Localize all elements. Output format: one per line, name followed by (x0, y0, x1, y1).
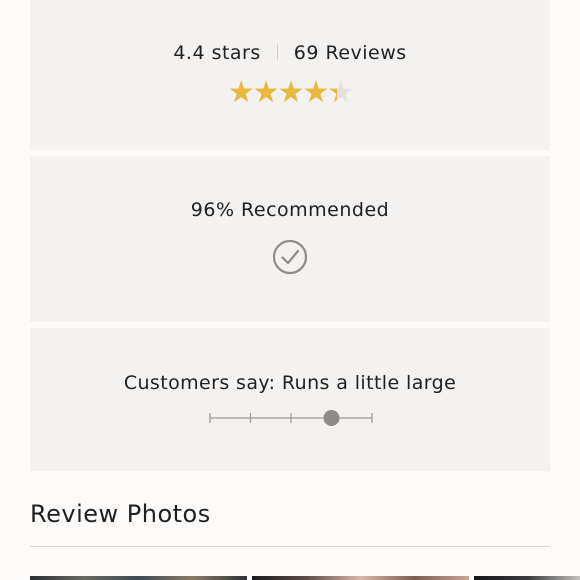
fit-scale (209, 410, 373, 426)
star-icon: ★★ (302, 75, 329, 110)
star-icon: ★★ (327, 75, 354, 110)
star-icon: ★★ (252, 75, 280, 110)
recommendation-card: 96% Recommended (30, 156, 550, 322)
star-rating: ★★★★★★★★★★ (30, 76, 550, 110)
star-icon: ★★ (227, 75, 255, 110)
recommended-label: 96% Recommended (190, 199, 390, 221)
reviews-count-link[interactable]: 69 Reviews (294, 42, 407, 64)
rating-line: 4.4 stars 69 Reviews (30, 42, 550, 64)
review-photo-thumbnail[interactable] (252, 576, 469, 580)
fit-label: Customers say: Runs a little large (123, 372, 457, 394)
review-photos-title: Review Photos (30, 500, 211, 528)
fit-card: Customers say: Runs a little large (30, 328, 550, 471)
rating-summary-card: 4.4 stars69 Reviews ★★★★★★★★★★ (30, 0, 550, 150)
review-photo-thumbnail[interactable] (30, 576, 247, 580)
separator (276, 44, 278, 60)
stars-label: 4.4 stars (173, 42, 261, 64)
check-circle-icon (272, 239, 308, 275)
star-icon: ★★ (277, 75, 305, 110)
review-photo-thumbnail[interactable] (474, 576, 580, 580)
fit-scale-marker (323, 410, 340, 426)
divider (30, 546, 550, 547)
